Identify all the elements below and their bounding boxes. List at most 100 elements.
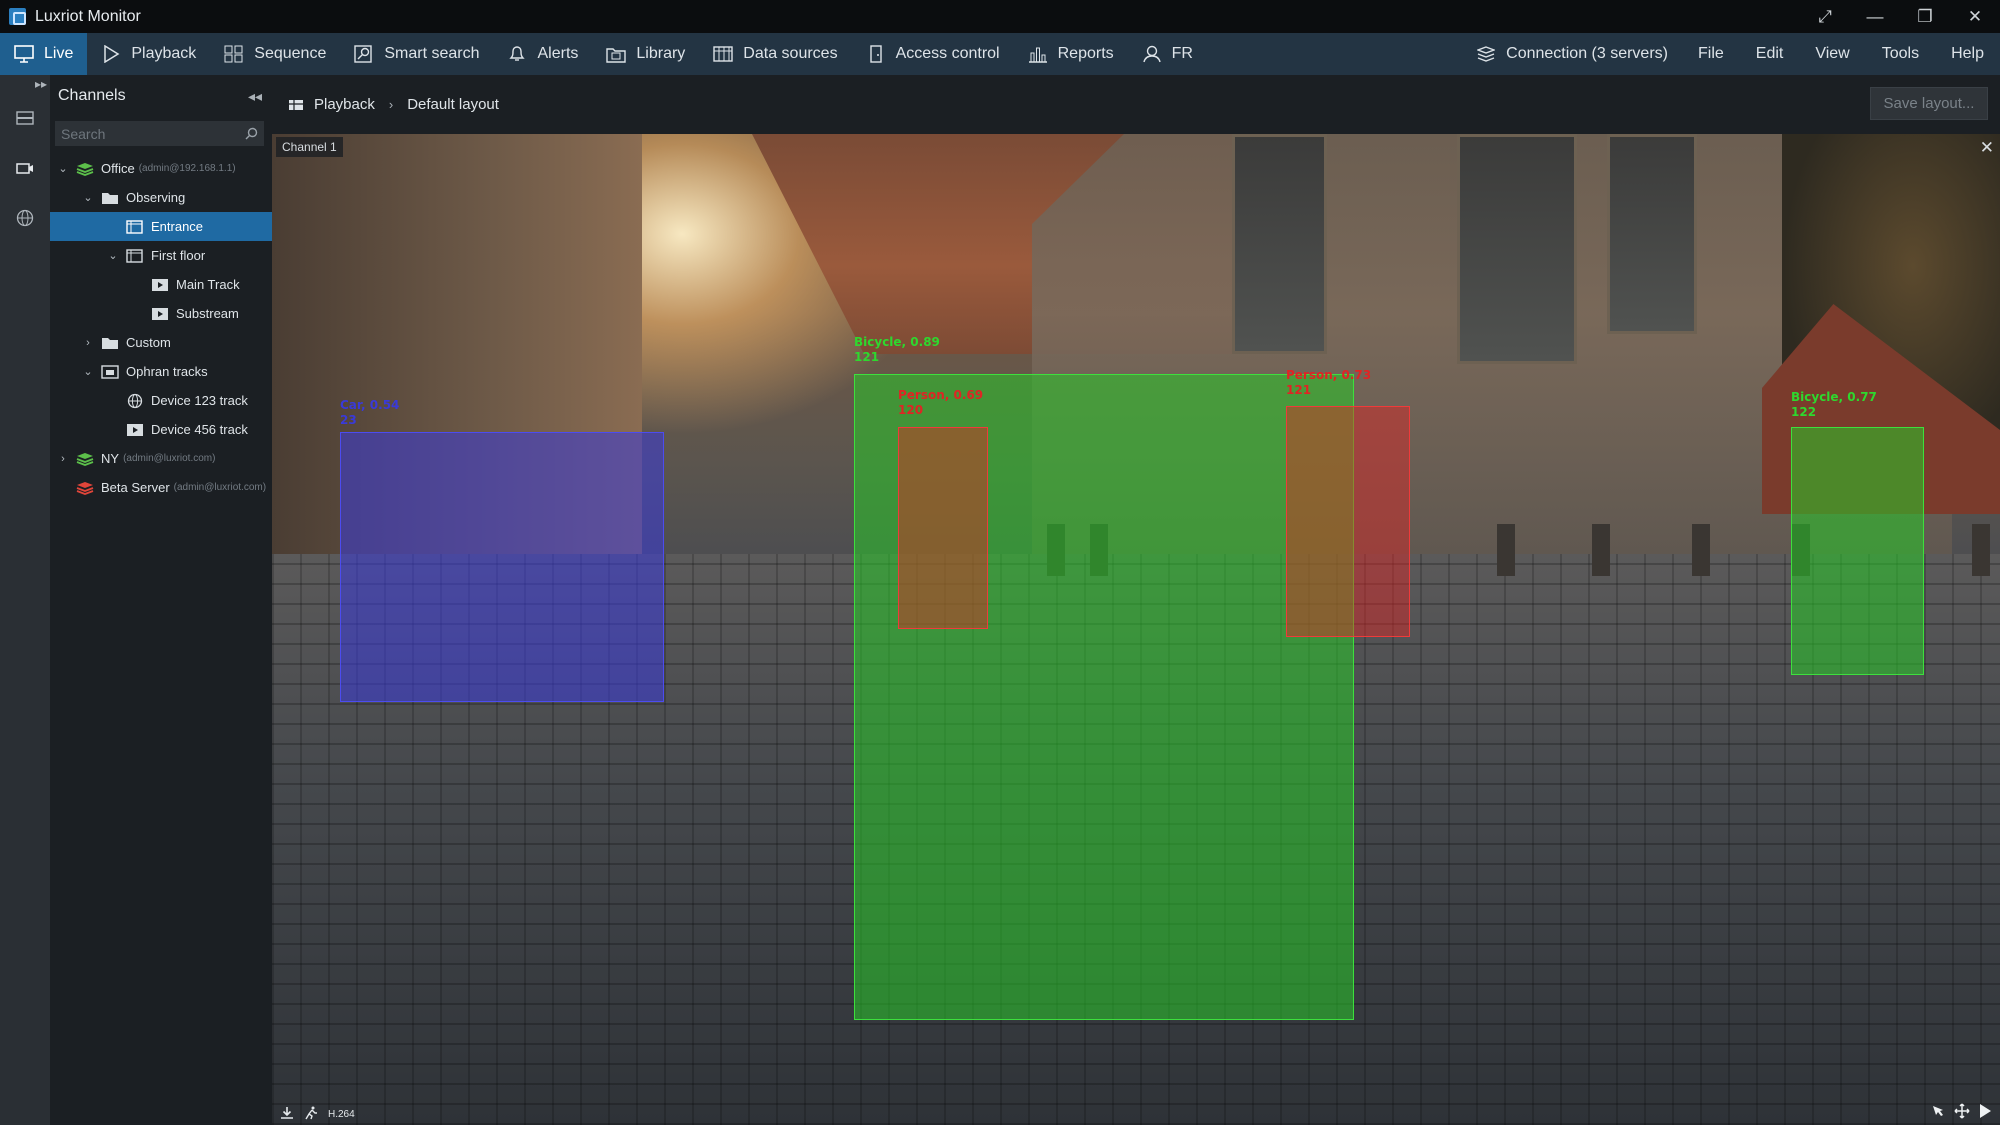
chevron-down-icon[interactable]: ⌄ bbox=[56, 162, 70, 175]
layout-icon bbox=[126, 219, 144, 234]
tab-alerts-label: Alerts bbox=[537, 45, 579, 62]
tab-access-control[interactable]: Access control bbox=[852, 33, 1014, 75]
scene-bollard bbox=[1592, 524, 1610, 576]
play-icon bbox=[101, 45, 121, 63]
detection-label-car: Car, 0.54 23 bbox=[340, 398, 400, 427]
globe-icon bbox=[16, 209, 34, 227]
move-icon[interactable] bbox=[1954, 1103, 1970, 1123]
chevron-down-icon[interactable]: ⌄ bbox=[81, 365, 95, 378]
tree-label: Substream bbox=[176, 306, 239, 321]
server-red-icon bbox=[76, 481, 94, 495]
close-icon[interactable]: ✕ bbox=[1980, 138, 1994, 158]
tree-item-substream[interactable]: Substream bbox=[50, 299, 272, 328]
tree-sublabel: (admin@luxriot.com) bbox=[123, 453, 216, 464]
search-icon[interactable] bbox=[245, 127, 258, 140]
video-channel-icon bbox=[151, 278, 169, 292]
restore-button[interactable]: ❐ bbox=[1900, 0, 1950, 33]
tree-label: Observing bbox=[126, 190, 186, 205]
tree-item-observing[interactable]: ⌄ Observing bbox=[50, 183, 272, 212]
content-header: Playback › Default layout Save layout... bbox=[272, 75, 2000, 134]
folder-tracks-icon bbox=[101, 364, 119, 379]
main-toolbar: Live Playback Sequence Smart search Aler… bbox=[0, 33, 2000, 75]
tree-label: Device 456 track bbox=[151, 422, 248, 437]
menu-file[interactable]: File bbox=[1682, 45, 1740, 63]
tab-smart-search[interactable]: Smart search bbox=[340, 33, 493, 75]
chevron-down-icon[interactable]: ⌄ bbox=[106, 249, 120, 262]
tree-item-main-track[interactable]: Main Track bbox=[50, 270, 272, 299]
window-controls: ⤢ — ❐ ✕ bbox=[1800, 0, 2000, 33]
tree-item-beta-server[interactable]: Beta Server (admin@luxriot.com) bbox=[50, 473, 272, 502]
tree-item-custom[interactable]: › Custom bbox=[50, 328, 272, 357]
tab-smart-search-label: Smart search bbox=[384, 45, 480, 62]
menu-tools[interactable]: Tools bbox=[1866, 45, 1935, 63]
download-icon[interactable] bbox=[280, 1106, 294, 1123]
tab-live-label: Live bbox=[44, 45, 74, 62]
tab-fr-label: FR bbox=[1171, 45, 1193, 62]
tab-reports-label: Reports bbox=[1057, 45, 1114, 62]
tree-label: Entrance bbox=[151, 219, 204, 234]
tree-item-entrance[interactable]: Entrance bbox=[50, 212, 272, 241]
chevron-right-icon[interactable]: › bbox=[81, 337, 95, 349]
tab-alerts[interactable]: Alerts bbox=[493, 33, 592, 75]
video-viewport[interactable]: Car, 0.54 23 Bicycle, 0.89 121 Person, 0… bbox=[272, 134, 2000, 1125]
channels-panel: Channels ◂◂ ⌄ Office (admin@192.168.1.1)… bbox=[50, 75, 272, 1125]
tree-label: Ophran tracks bbox=[126, 364, 208, 379]
close-button[interactable]: ✕ bbox=[1950, 0, 2000, 33]
tree-item-first-floor[interactable]: ⌄ First floor bbox=[50, 241, 272, 270]
menu-help[interactable]: Help bbox=[1935, 45, 2000, 63]
scene-bollard bbox=[1692, 524, 1710, 576]
grid-icon bbox=[224, 45, 244, 63]
folder-icon bbox=[101, 191, 119, 205]
detection-label-bicycle-2: Bicycle, 0.77 122 bbox=[1791, 390, 1877, 419]
chevron-down-icon[interactable]: ⌄ bbox=[81, 191, 95, 204]
scene-window bbox=[1607, 134, 1697, 334]
monitor-icon bbox=[14, 45, 34, 63]
layouts-icon bbox=[16, 111, 34, 125]
tab-reports[interactable]: Reports bbox=[1014, 33, 1128, 75]
folder-icon bbox=[101, 336, 119, 350]
window-title: Luxriot Monitor bbox=[35, 7, 141, 25]
tree-item-ophran-tracks[interactable]: ⌄ Ophran tracks bbox=[50, 357, 272, 386]
tab-fr[interactable]: FR bbox=[1128, 33, 1207, 75]
save-layout-button[interactable]: Save layout... bbox=[1870, 87, 1988, 120]
rail-maps-button[interactable] bbox=[0, 193, 50, 243]
ptz-icon[interactable] bbox=[1930, 1103, 1946, 1123]
detection-box-car[interactable] bbox=[340, 432, 664, 702]
search-input[interactable] bbox=[61, 125, 245, 142]
app-logo-icon bbox=[9, 8, 26, 25]
tab-live[interactable]: Live bbox=[0, 33, 88, 75]
door-icon bbox=[866, 45, 886, 63]
channels-header: Channels ◂◂ bbox=[50, 75, 272, 117]
detection-box-person-1[interactable] bbox=[898, 427, 988, 629]
expand-panels-icon[interactable]: ▸▸ bbox=[35, 77, 47, 91]
tab-data-sources-label: Data sources bbox=[743, 45, 838, 62]
tab-data-sources[interactable]: Data sources bbox=[699, 33, 851, 75]
scene-bollard bbox=[1497, 524, 1515, 576]
camera-icon bbox=[16, 163, 33, 174]
breadcrumb-playback[interactable]: Playback bbox=[314, 96, 375, 113]
tab-library[interactable]: Library bbox=[592, 33, 699, 75]
channel-label: Channel 1 bbox=[276, 137, 343, 157]
fullscreen-icon[interactable]: ⤢ bbox=[1800, 0, 1850, 33]
tab-playback[interactable]: Playback bbox=[87, 33, 210, 75]
detection-label-bicycle-main: Bicycle, 0.89 121 bbox=[854, 335, 940, 364]
tree-item-device-123-track[interactable]: Device 123 track bbox=[50, 386, 272, 415]
collapse-panel-icon[interactable]: ◂◂ bbox=[248, 88, 262, 105]
rail-cameras-button[interactable] bbox=[0, 143, 50, 193]
detection-box-bicycle-2[interactable] bbox=[1791, 427, 1924, 675]
minimize-button[interactable]: — bbox=[1850, 0, 1900, 33]
tree-item-device-456-track[interactable]: Device 456 track bbox=[50, 415, 272, 444]
tree-label: Device 123 track bbox=[151, 393, 248, 408]
detection-box-person-2[interactable] bbox=[1286, 406, 1410, 637]
tree-item-ny[interactable]: › NY (admin@luxriot.com) bbox=[50, 444, 272, 473]
motion-icon[interactable] bbox=[304, 1106, 318, 1123]
tree-item-office[interactable]: ⌄ Office (admin@192.168.1.1) bbox=[50, 154, 272, 183]
connection-label: Connection (3 servers) bbox=[1506, 45, 1668, 62]
chevron-right-icon[interactable]: › bbox=[56, 453, 70, 465]
tab-sequence[interactable]: Sequence bbox=[210, 33, 340, 75]
menu-view[interactable]: View bbox=[1799, 45, 1865, 63]
connection-button[interactable]: Connection (3 servers) bbox=[1462, 33, 1682, 75]
menu-edit[interactable]: Edit bbox=[1740, 45, 1800, 63]
rail-layouts-button[interactable] bbox=[0, 93, 50, 143]
play-icon[interactable] bbox=[1978, 1103, 1992, 1123]
